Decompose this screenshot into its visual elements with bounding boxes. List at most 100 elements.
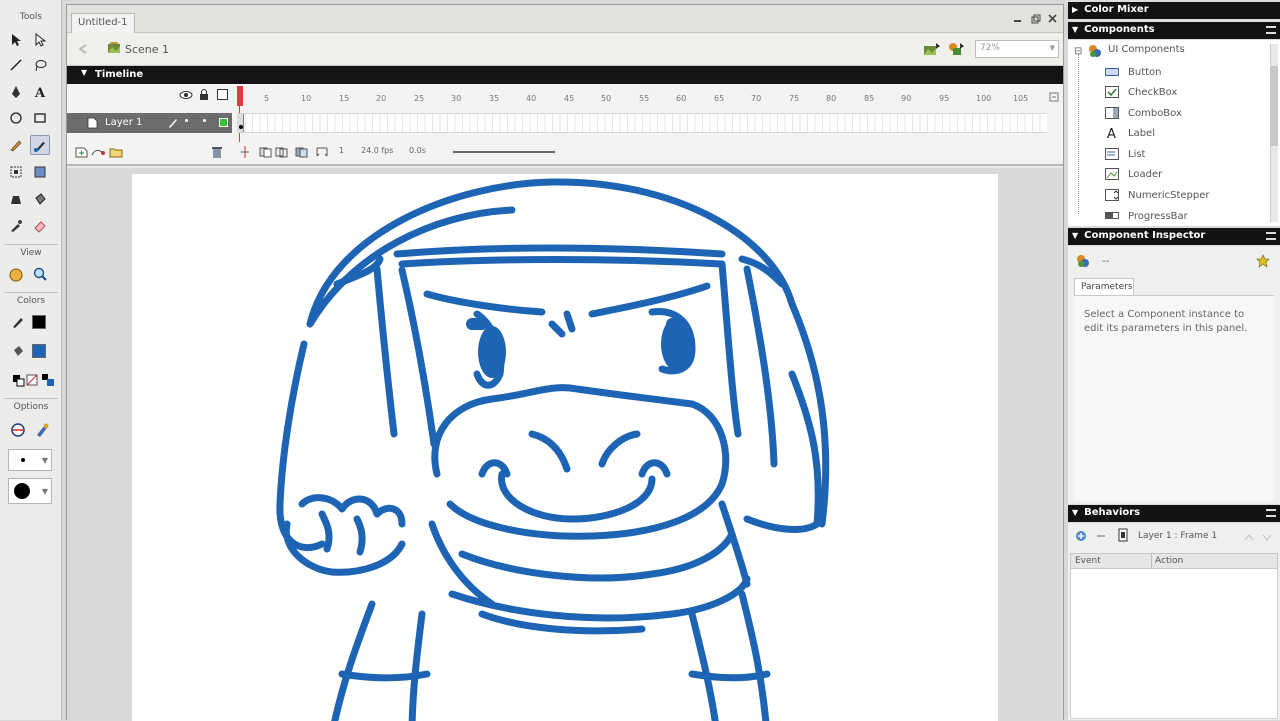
brush-mode-icon[interactable] — [8, 420, 28, 440]
insert-layer-icon[interactable] — [75, 146, 89, 161]
line-tool-icon[interactable] — [6, 55, 26, 75]
layer-outline-color[interactable] — [219, 118, 228, 127]
rectangle-tool-icon[interactable] — [30, 108, 50, 128]
timeline-scrollbar[interactable] — [453, 151, 555, 153]
inspector-title: Component Inspector — [1084, 230, 1206, 241]
onion-skin-outlines-icon[interactable] — [275, 146, 289, 161]
add-behavior-icon[interactable] — [1074, 529, 1088, 546]
pin-icon[interactable] — [1256, 254, 1270, 271]
frame-grid[interactable] — [237, 113, 1047, 133]
arrow-tool-icon[interactable] — [6, 30, 26, 50]
timeline-header[interactable]: ▼ Timeline — [67, 66, 1063, 84]
back-arrow-icon[interactable] — [77, 43, 89, 58]
oval-tool-icon[interactable] — [6, 108, 26, 128]
keyframe-dot — [239, 125, 243, 129]
behaviors-header[interactable]: ▼ Behaviors — [1068, 505, 1280, 522]
fill-transform-tool-icon[interactable] — [30, 162, 50, 182]
frame-ruler[interactable]: 5 10 15 20 25 30 35 40 45 50 55 60 65 70… — [237, 84, 1047, 106]
checkbox-component-icon — [1104, 85, 1120, 99]
component-numericstepper[interactable]: NumericStepper — [1104, 185, 1209, 205]
add-motion-guide-icon[interactable] — [91, 146, 105, 161]
document-tab[interactable]: Untitled-1 — [71, 13, 135, 33]
swap-colors-icon[interactable] — [38, 370, 58, 390]
tree-collapse-icon[interactable]: ⊟ — [1074, 46, 1082, 57]
move-up-icon[interactable] — [1244, 531, 1254, 544]
component-list[interactable]: List — [1104, 144, 1145, 164]
color-mixer-header[interactable]: ▶ Color Mixer — [1068, 2, 1280, 19]
insert-folder-icon[interactable] — [109, 146, 123, 161]
view-title: View — [20, 248, 42, 258]
hand-tool-icon[interactable] — [6, 264, 26, 284]
component-label-item[interactable]: A Label — [1104, 123, 1155, 143]
eye-icon[interactable] — [179, 90, 193, 103]
zoom-tool-icon[interactable] — [30, 264, 50, 284]
lock-fill-icon[interactable] — [32, 420, 52, 440]
frame-rate[interactable]: 24.0 fps — [361, 146, 393, 160]
remove-behavior-icon[interactable] — [1094, 529, 1108, 546]
component-button[interactable]: Button — [1104, 62, 1162, 82]
components-header[interactable]: ▼ Components — [1068, 22, 1280, 39]
panel-menu-icon[interactable] — [1266, 232, 1276, 240]
zoom-dropdown[interactable]: 72% ▼ — [975, 40, 1059, 58]
tab-parameters[interactable]: Parameters — [1074, 278, 1134, 296]
frame-number: 20 — [376, 94, 387, 103]
edit-multiple-frames-icon[interactable] — [295, 146, 309, 161]
timeline-menu-icon[interactable] — [1049, 92, 1059, 105]
ink-bottle-tool-icon[interactable] — [6, 189, 26, 209]
stage-area — [67, 168, 1063, 721]
frame-number: 30 — [451, 94, 462, 103]
frame-number: 55 — [639, 94, 650, 103]
layer-visible-dot[interactable] — [185, 119, 188, 122]
stage-canvas[interactable] — [132, 174, 998, 721]
move-down-icon[interactable] — [1262, 531, 1272, 544]
component-progressbar[interactable]: ProgressBar — [1104, 206, 1188, 226]
text-tool-icon[interactable]: A — [30, 82, 50, 102]
components-group-label[interactable]: UI Components — [1108, 44, 1185, 55]
component-label: Loader — [1128, 168, 1163, 180]
frame-number: 80 — [826, 94, 837, 103]
edit-scene-icon[interactable] — [923, 41, 941, 60]
lasso-tool-icon[interactable] — [30, 55, 50, 75]
stroke-color-swatch[interactable] — [32, 315, 46, 329]
free-transform-tool-icon[interactable] — [6, 162, 26, 182]
center-frame-icon[interactable] — [239, 146, 251, 161]
timeline-panel: 5 10 15 20 25 30 35 40 45 50 55 60 65 70… — [67, 84, 1063, 166]
component-checkbox[interactable]: CheckBox — [1104, 82, 1177, 102]
scene-label[interactable]: Scene 1 — [125, 43, 169, 56]
panel-menu-icon[interactable] — [1266, 509, 1276, 517]
onion-skin-icon[interactable] — [259, 146, 273, 161]
panel-menu-icon[interactable] — [1266, 26, 1276, 34]
brush-size-dropdown[interactable]: ▼ — [8, 449, 52, 471]
tools-divider — [4, 398, 58, 399]
delete-layer-icon[interactable] — [211, 146, 223, 162]
close-icon[interactable] — [1046, 12, 1059, 25]
inspector-body: -- Parameters Select a Component instanc… — [1068, 246, 1280, 504]
fill-color-swatch[interactable] — [32, 344, 46, 358]
minimize-icon[interactable] — [1011, 12, 1024, 25]
column-event[interactable]: Event — [1075, 556, 1101, 566]
lock-icon[interactable] — [199, 89, 209, 104]
frame-number: 75 — [789, 94, 800, 103]
outline-icon[interactable] — [217, 89, 228, 103]
edit-symbols-icon[interactable] — [947, 41, 965, 60]
tools-panel: Tools A View Colors Options ▼ ▼ — [0, 0, 62, 720]
frame-number: 25 — [414, 94, 425, 103]
eyedropper-tool-icon[interactable] — [6, 216, 26, 236]
brush-shape-dropdown[interactable]: ▼ — [8, 478, 52, 504]
component-combobox[interactable]: ComboBox — [1104, 103, 1182, 123]
modify-onion-markers-icon[interactable] — [315, 146, 329, 161]
column-action[interactable]: Action — [1155, 556, 1183, 566]
subselect-tool-icon[interactable] — [30, 30, 50, 50]
restore-icon[interactable] — [1029, 12, 1042, 25]
inspector-header[interactable]: ▼ Component Inspector — [1068, 228, 1280, 245]
eraser-tool-icon[interactable] — [30, 216, 50, 236]
layer-lock-dot[interactable] — [203, 119, 206, 122]
pen-tool-icon[interactable] — [6, 82, 26, 102]
component-loader[interactable]: Loader — [1104, 164, 1162, 184]
paint-bucket-tool-icon[interactable] — [30, 189, 50, 209]
brush-tool-icon[interactable] — [30, 135, 50, 155]
layer-row[interactable]: Layer 1 — [67, 113, 232, 133]
pencil-tool-icon[interactable] — [6, 135, 26, 155]
keyframe-1[interactable] — [237, 114, 244, 132]
components-scrollbar[interactable] — [1270, 44, 1278, 222]
